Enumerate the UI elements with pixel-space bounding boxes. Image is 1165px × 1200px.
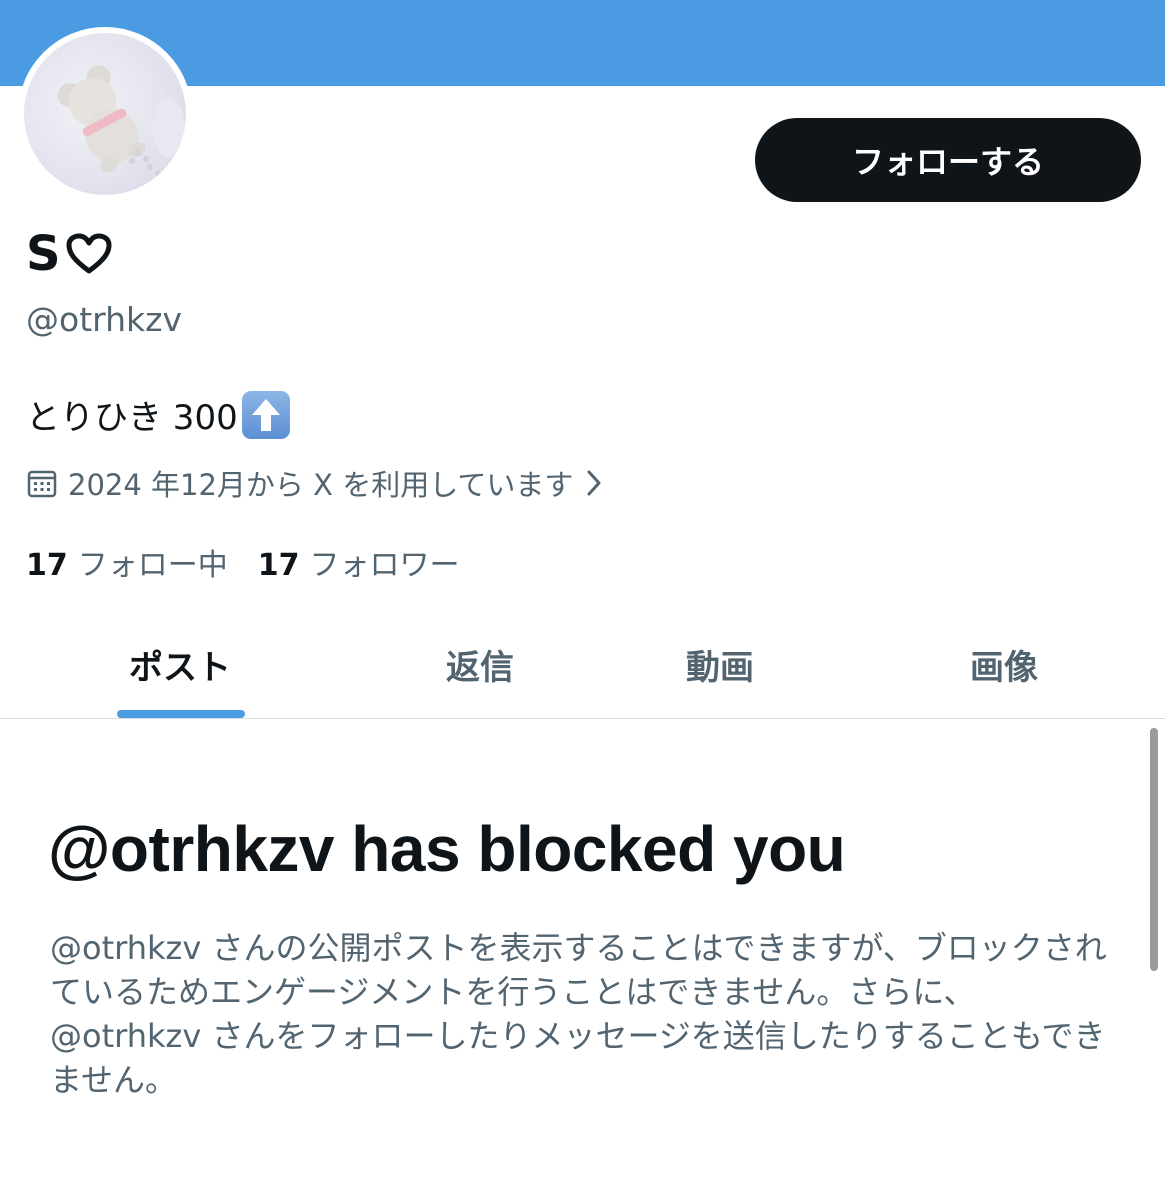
follow-stats: 17 フォロー中 17 フォロワー	[26, 540, 460, 584]
followers-label: フォロワー	[309, 548, 460, 583]
joined-date-text: 2024 年12月から X を利用しています	[68, 468, 574, 502]
profile-handle: @otrhkzv	[26, 300, 182, 339]
chevron-right-icon	[587, 470, 601, 496]
following-label: フォロー中	[77, 548, 228, 583]
bio-text: とりひき 300	[26, 398, 238, 438]
display-name: S	[26, 226, 112, 282]
display-name-text: S	[26, 226, 62, 282]
profile-bio: とりひき 300	[26, 390, 290, 439]
following-link[interactable]: 17 フォロー中	[26, 540, 228, 584]
profile-tabs: ポスト 返信 動画 画像	[0, 610, 1165, 719]
following-count: 17	[26, 548, 68, 583]
followers-link[interactable]: 17 フォロワー	[258, 540, 460, 584]
tab-posts[interactable]: ポスト	[90, 610, 270, 718]
follow-button[interactable]: フォローする	[755, 118, 1141, 202]
up-arrow-emoji-icon	[241, 390, 290, 439]
avatar[interactable]	[24, 33, 186, 195]
tab-videos[interactable]: 動画	[630, 610, 810, 718]
scrollbar[interactable]	[1150, 728, 1158, 971]
teddy-bear-icon	[57, 65, 185, 176]
calendar-icon	[27, 470, 57, 498]
blocked-message: @otrhkzv さんの公開ポストを表示することはできますが、ブロックされている…	[50, 929, 1107, 1099]
tab-images[interactable]: 画像	[914, 610, 1094, 718]
blocked-title: @otrhkzv has blocked you	[48, 813, 846, 885]
joined-date-link[interactable]: 2024 年12月から X を利用しています	[26, 462, 605, 504]
followers-count: 17	[257, 548, 300, 583]
heart-outline-icon	[66, 233, 112, 274]
active-tab-indicator	[117, 710, 245, 718]
tab-replies[interactable]: 返信	[390, 610, 570, 718]
